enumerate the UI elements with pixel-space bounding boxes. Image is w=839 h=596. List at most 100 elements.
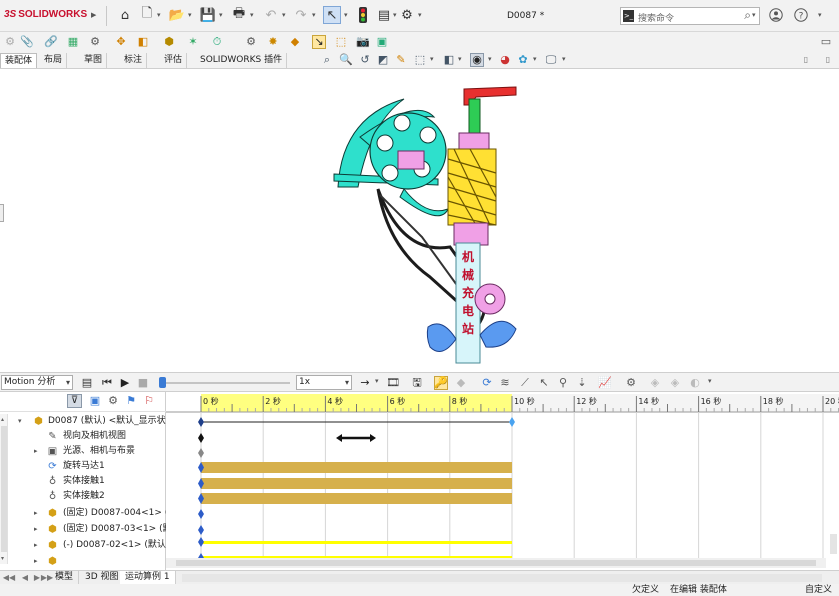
add-update-key-icon[interactable]: ◆ xyxy=(454,376,468,390)
tree-row-part-02[interactable]: ▸ ⬢ (-) D0087-02<1> (默认) xyxy=(0,538,166,553)
results-plots-icon[interactable]: 📈 xyxy=(598,376,612,390)
user-icon[interactable] xyxy=(767,6,785,24)
chevron-down-icon[interactable]: ▾ xyxy=(418,11,422,19)
dynamic-annotation-icon[interactable]: ✎ xyxy=(394,53,408,67)
tree-row-contact-1[interactable]: ♁ 实体接触1 xyxy=(0,474,166,489)
spring-icon[interactable]: ≋ xyxy=(498,376,512,390)
playback-speed-select[interactable]: 1x ▾ xyxy=(296,375,352,390)
filter-icon[interactable]: ⊽ xyxy=(67,394,82,408)
chevron-down-icon[interactable]: ▾ xyxy=(533,55,537,63)
collapse-toolbar-icon[interactable]: ▭ xyxy=(819,35,833,49)
tab-assembly[interactable]: 装配体 xyxy=(0,53,38,68)
first-tab-icon[interactable]: ◀◀ xyxy=(2,571,16,585)
undo-icon[interactable]: ↶ xyxy=(262,6,280,24)
exploded-view-icon[interactable]: ✸ xyxy=(266,35,280,49)
chevron-down-icon[interactable]: ▾ xyxy=(344,11,348,19)
slider-thumb[interactable] xyxy=(159,377,166,388)
home-icon[interactable]: ⌂ xyxy=(116,6,134,24)
chevron-down-icon[interactable]: ▾ xyxy=(250,11,254,19)
file-properties-icon[interactable]: ▤ xyxy=(375,6,393,24)
bottom-scrollbar[interactable] xyxy=(182,574,822,582)
mate-icon[interactable]: 📎 xyxy=(20,35,34,49)
chevron-down-icon[interactable]: ▾ xyxy=(818,11,822,19)
status-custom[interactable]: 自定义 xyxy=(805,584,832,596)
filter-animated-icon[interactable]: ▣ xyxy=(88,394,102,408)
maximize-window-icon[interactable]: ▯ xyxy=(821,53,835,67)
smart-fasteners-icon[interactable]: ⚙ xyxy=(88,35,102,49)
section-view-icon[interactable]: ◩ xyxy=(376,53,390,67)
chevron-right-icon[interactable]: ▸ xyxy=(34,538,38,553)
chevron-down-icon[interactable]: ▾ xyxy=(18,414,22,429)
new-document-icon[interactable]: 🗋 xyxy=(138,6,156,24)
linear-pattern-icon[interactable]: ▦ xyxy=(66,35,80,49)
motor-bar[interactable] xyxy=(201,462,512,473)
update-speedpak-icon[interactable]: ↘ xyxy=(312,35,326,49)
show-hidden-icon[interactable]: ◧ xyxy=(136,35,150,49)
search-icon[interactable]: ⌕ xyxy=(744,8,751,23)
chevron-down-icon[interactable]: ▾ xyxy=(458,55,462,63)
chevron-down-icon[interactable]: ▾ xyxy=(219,11,223,19)
filter-results-icon[interactable]: ⚐ xyxy=(142,394,156,408)
scroll-thumb[interactable] xyxy=(1,426,7,552)
tree-row-lights[interactable]: ▸ ▣ 光源、相机与布景 xyxy=(0,444,166,459)
chevron-down-icon[interactable]: ▾ xyxy=(157,11,161,19)
zoom-to-fit-icon[interactable]: ⌕ xyxy=(320,53,334,67)
animation-wizard-icon[interactable]: 🖫 xyxy=(410,376,424,390)
tree-row-rotary-motor[interactable]: ⟳ 旋转马达1 xyxy=(0,459,166,474)
playback-mode-icon[interactable]: → xyxy=(358,376,372,390)
tab-layout[interactable]: 布局 xyxy=(40,53,68,68)
tree-row-part-03[interactable]: ▸ ⬢ (固定) D0087-03<1> (默认 xyxy=(0,522,166,537)
scroll-up-icon[interactable]: ▴ xyxy=(1,416,4,423)
tree-row-camera-views[interactable]: ✎ 视向及相机视图 xyxy=(0,429,166,444)
stop-icon[interactable]: ■ xyxy=(136,376,150,390)
tree-row-part-more[interactable]: ▸ ⬢ xyxy=(0,554,166,566)
take-snapshot-icon[interactable]: ⬚ xyxy=(334,35,348,49)
tab-sketch[interactable]: 草图 xyxy=(80,53,108,68)
zoom-to-area-icon[interactable]: 🔍 xyxy=(339,53,353,67)
timeline-chart[interactable]: 0 秒 2 秒 4 秒 6 秒 8 秒 10 秒 12 秒 14 秒 16 秒 18 秒 20 秒 xyxy=(166,392,839,570)
filter-driving-icon[interactable]: ⚙ xyxy=(106,394,120,408)
display-style-icon[interactable]: ◧ xyxy=(442,53,456,67)
contact-2-bar[interactable] xyxy=(201,493,512,504)
damper-icon[interactable]: ⟋ xyxy=(518,376,532,390)
insert-component-icon[interactable]: ⚙ xyxy=(3,35,17,49)
search-input[interactable]: >_ 搜索命令 ⌕ xyxy=(620,7,760,25)
timeline-area[interactable]: 0 秒 2 秒 4 秒 6 秒 8 秒 10 秒 12 秒 14 秒 16 秒 18 秒 20 秒 xyxy=(166,392,839,570)
open-folder-icon[interactable]: 📂 xyxy=(168,6,186,24)
save-animation-icon[interactable]: 🎞 xyxy=(386,376,400,390)
graphics-area[interactable]: 机 械 充 电 站 xyxy=(0,69,839,372)
scroll-down-icon[interactable]: ▾ xyxy=(1,555,4,562)
print-icon[interactable]: 🖶 xyxy=(230,6,248,24)
play-icon[interactable]: ▶ xyxy=(118,376,132,390)
chevron-down-icon[interactable]: ▾ xyxy=(488,55,492,63)
apply-scene-icon[interactable]: ✿ xyxy=(516,53,530,67)
large-assembly-icon[interactable]: ▣ xyxy=(375,35,389,49)
gear-icon[interactable]: ⚙ xyxy=(398,6,416,24)
motor-icon[interactable]: ⟳ xyxy=(480,376,494,390)
tab-markup[interactable]: 标注 xyxy=(120,53,148,68)
reference-geometry-icon[interactable]: ✶ xyxy=(186,35,200,49)
timeline-vscroll[interactable] xyxy=(830,534,837,554)
solidworks-logo[interactable]: 3S SOLIDWORKS xyxy=(4,9,87,20)
chevron-down-icon[interactable]: ▾ xyxy=(708,377,712,385)
play-from-start-icon[interactable]: ⏮ xyxy=(100,376,114,390)
hide-show-items-icon[interactable]: ◉ xyxy=(470,53,484,67)
help-icon[interactable]: ? xyxy=(792,6,810,24)
chevron-down-icon[interactable]: ▾ xyxy=(375,377,379,385)
bill-of-materials-icon[interactable]: ⚙ xyxy=(244,35,258,49)
chevron-down-icon[interactable]: ▾ xyxy=(393,11,397,19)
tree-row-part-004[interactable]: ▸ ⬢ (固定) D0087-004<1> (默认 xyxy=(0,506,166,521)
results-options-icon[interactable]: ◐ xyxy=(688,376,702,390)
study-type-select[interactable]: Motion 分析 ▾ xyxy=(1,375,73,390)
contact-icon[interactable]: ⚲ xyxy=(556,376,570,390)
tab-evaluate[interactable]: 评估 xyxy=(160,53,188,68)
menu-arrow-icon[interactable]: ▶ xyxy=(91,11,96,19)
instant3d-icon[interactable]: ◆ xyxy=(288,35,302,49)
calculate-icon[interactable]: ▤ xyxy=(80,376,94,390)
move-component-icon[interactable]: ✥ xyxy=(114,35,128,49)
chevron-right-icon[interactable]: ▸ xyxy=(34,522,38,537)
previous-view-icon[interactable]: ↺ xyxy=(358,53,372,67)
tab-model[interactable]: 模型 xyxy=(50,571,80,584)
chevron-down-icon[interactable]: ▾ xyxy=(562,55,566,63)
gravity-icon[interactable]: ⇣ xyxy=(575,376,589,390)
